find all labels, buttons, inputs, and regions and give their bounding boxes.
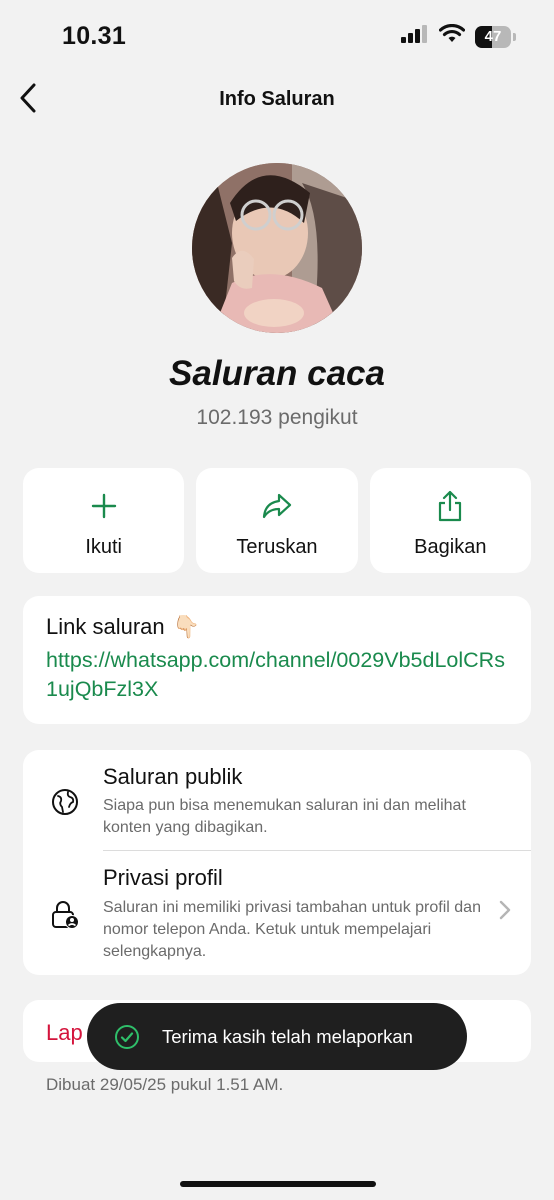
profile-privacy-description: Saluran ini memiliki privasi tambahan un…: [103, 899, 481, 960]
follower-count: 102.193 pengikut: [196, 406, 358, 429]
report-toast: Terima kasih telah melaporkan: [87, 1003, 467, 1070]
public-channel-row: Saluran publik Siapa pun bisa menemukan …: [23, 750, 531, 850]
channel-link-url[interactable]: https://whatsapp.com/channel/0029Vb5dLol…: [46, 646, 506, 704]
status-icons: 47: [401, 23, 516, 49]
avatar-photo-icon: [192, 163, 362, 333]
cellular-signal-icon: [401, 25, 429, 48]
forward-button[interactable]: Teruskan: [196, 468, 358, 573]
channel-settings-card: Saluran publik Siapa pun bisa menemukan …: [23, 750, 531, 975]
public-channel-description: Siapa pun bisa menemukan saluran ini dan…: [103, 797, 466, 836]
battery-tip: [513, 32, 516, 41]
globe-icon: [49, 786, 81, 818]
follow-label: Ikuti: [85, 536, 122, 558]
status-time: 10.31: [62, 22, 127, 50]
status-bar: 10.31 47: [0, 0, 554, 74]
pointing-down-icon: 👇🏻: [172, 614, 201, 639]
profile-privacy-title: Privasi profil: [103, 865, 223, 890]
plus-icon: [91, 490, 117, 522]
forward-label: Teruskan: [236, 536, 318, 558]
channel-link-card: Link saluran 👇🏻 https://whatsapp.com/cha…: [23, 596, 531, 724]
channel-link-title: Link saluran: [46, 614, 165, 639]
battery-indicator: 47: [475, 25, 511, 48]
check-circle-icon: [114, 1024, 140, 1050]
channel-avatar[interactable]: [192, 163, 362, 333]
wifi-icon: [438, 23, 466, 49]
nav-bar: Info Saluran: [0, 74, 554, 124]
toast-message: Terima kasih telah melaporkan: [162, 1025, 413, 1047]
share-button[interactable]: Bagikan: [369, 468, 531, 573]
public-channel-title: Saluran publik: [103, 764, 243, 789]
report-channel-label: Lap: [46, 1020, 83, 1045]
share-label: Bagikan: [414, 536, 487, 558]
share-icon: [436, 490, 464, 522]
follow-button[interactable]: Ikuti: [23, 468, 185, 573]
chevron-right-icon: [499, 900, 511, 925]
action-buttons: Ikuti Teruskan Bagikan: [23, 468, 531, 573]
home-indicator[interactable]: [180, 1181, 376, 1187]
profile-privacy-row[interactable]: Privasi profil Saluran ini memiliki priv…: [23, 851, 531, 975]
page-title: Info Saluran: [219, 88, 335, 110]
channel-link-heading: Link saluran 👇🏻: [46, 614, 200, 640]
lock-person-icon: [49, 899, 81, 931]
battery-text: 47: [484, 28, 502, 45]
created-date: Dibuat 29/05/25 pukul 1.51 AM.: [46, 1075, 284, 1094]
forward-icon: [261, 490, 293, 522]
channel-name: Saluran caca: [169, 354, 385, 393]
